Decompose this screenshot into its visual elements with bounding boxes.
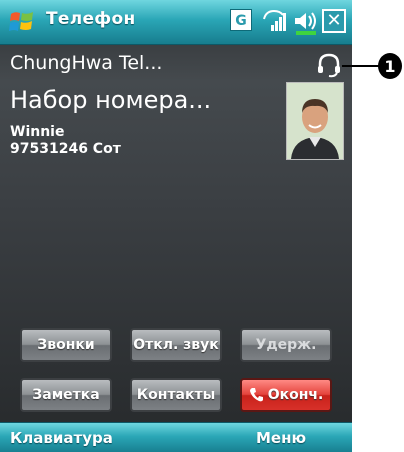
headset-icon (318, 53, 340, 78)
soft-key-bar: Клавиатура Меню (0, 422, 352, 452)
volume-icon[interactable] (292, 9, 320, 37)
note-button[interactable]: Заметка (20, 378, 112, 412)
contacts-button-label: Контакты (136, 387, 216, 403)
end-call-button[interactable]: Оконч. (240, 378, 332, 412)
phone-handset-icon (249, 388, 263, 402)
call-status: Набор номера... (10, 86, 212, 114)
operator-name: ChungHwa Tel... (10, 52, 163, 74)
phone-screen: Телефон G ✕ ChungHwa Tel... Набор номера… (0, 0, 352, 452)
hold-button[interactable]: Удерж. (240, 328, 332, 362)
contact-photo (286, 82, 344, 160)
end-call-button-label: Оконч. (267, 387, 324, 403)
hold-button-label: Удерж. (255, 337, 317, 353)
contact-number: 97531246 Сот (10, 141, 121, 157)
mute-button[interactable]: Откл. звук (130, 328, 222, 362)
contacts-button[interactable]: Контакты (130, 378, 222, 412)
softkey-menu[interactable]: Меню (256, 429, 306, 447)
contact-name: Winnie (10, 124, 65, 140)
close-icon[interactable]: ✕ (322, 9, 346, 33)
g-network-icon[interactable]: G (230, 9, 252, 31)
signal-icon[interactable] (262, 9, 288, 35)
softkey-keyboard[interactable]: Клавиатура (10, 429, 113, 447)
callout-line (342, 65, 380, 67)
windows-start-icon[interactable] (8, 8, 36, 36)
mute-button-label: Откл. звук (133, 337, 219, 353)
calls-button[interactable]: Звонки (20, 328, 112, 362)
calls-button-label: Звонки (37, 337, 95, 353)
title-bar: Телефон G ✕ (0, 0, 352, 45)
note-button-label: Заметка (32, 387, 100, 403)
window-title: Телефон (46, 9, 136, 29)
callout-marker: 1 (378, 53, 402, 79)
